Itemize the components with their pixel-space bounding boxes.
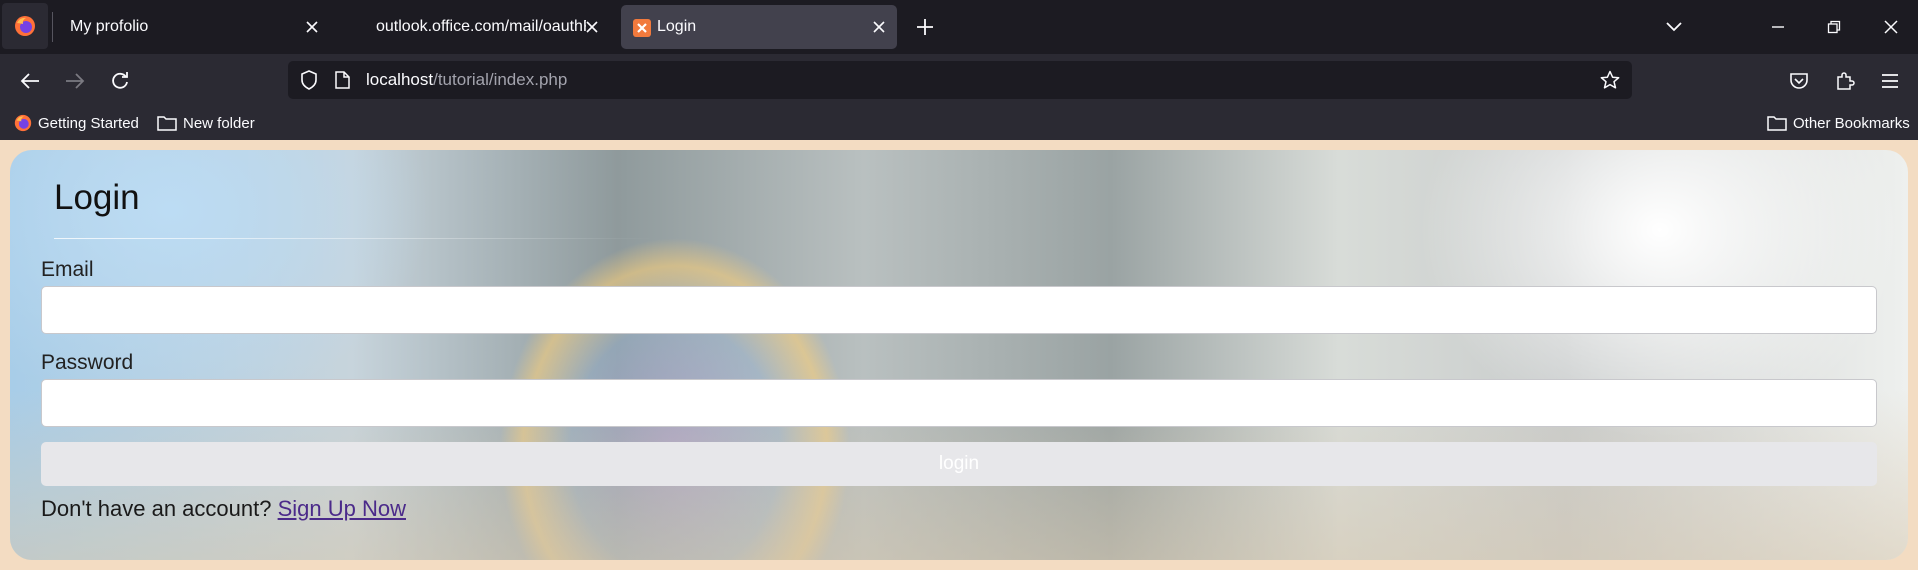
reload-icon bbox=[112, 72, 128, 89]
bookmark-label: New folder bbox=[183, 114, 255, 132]
firefox-icon bbox=[15, 16, 35, 36]
navigation-toolbar: localhost/tutorial/index.php bbox=[0, 54, 1918, 106]
signup-prompt: Don't have an account? Sign Up Now bbox=[41, 496, 406, 522]
tab-label: Login bbox=[657, 18, 697, 35]
forward-button[interactable] bbox=[60, 66, 90, 96]
folder-icon bbox=[157, 116, 177, 131]
login-card: Login Email Password login Don't have an… bbox=[10, 150, 1908, 560]
close-window-button[interactable] bbox=[1876, 12, 1906, 42]
tab-separator bbox=[52, 12, 53, 42]
restore-icon bbox=[1827, 20, 1841, 34]
plus-icon bbox=[917, 19, 933, 35]
close-icon[interactable] bbox=[582, 17, 602, 37]
other-bookmarks-label: Other Bookmarks bbox=[1793, 114, 1910, 132]
firefox-icon bbox=[14, 114, 32, 132]
reload-button[interactable] bbox=[105, 66, 135, 96]
bookmark-label: Getting Started bbox=[38, 114, 139, 132]
firefox-view-button[interactable] bbox=[2, 3, 48, 49]
page-title: Login bbox=[54, 178, 140, 217]
chevron-down-icon bbox=[1666, 22, 1682, 32]
password-label: Password bbox=[41, 351, 134, 374]
other-bookmarks[interactable]: Other Bookmarks bbox=[1767, 106, 1910, 140]
tab-login[interactable]: Login bbox=[621, 5, 897, 49]
star-icon[interactable] bbox=[1600, 70, 1620, 95]
minimize-icon bbox=[1772, 26, 1784, 28]
page-viewport: Login Email Password login Don't have an… bbox=[0, 140, 1918, 570]
address-bar[interactable]: localhost/tutorial/index.php bbox=[288, 61, 1632, 99]
minimize-button[interactable] bbox=[1763, 12, 1793, 42]
close-icon[interactable] bbox=[302, 17, 322, 37]
tab-strip: My profolio outlook.office.com/mail/oaut… bbox=[0, 0, 1918, 54]
bookmarks-toolbar: Getting Started New folder Other Bookmar… bbox=[0, 106, 1918, 140]
close-icon bbox=[1884, 20, 1898, 34]
tab-label: My profolio bbox=[70, 18, 149, 35]
bookmark-new-folder[interactable]: New folder bbox=[157, 106, 255, 140]
pocket-icon bbox=[1790, 73, 1808, 89]
bookmark-getting-started[interactable]: Getting Started bbox=[14, 106, 139, 140]
folder-icon bbox=[1767, 116, 1787, 131]
email-field[interactable] bbox=[41, 286, 1877, 334]
shield-icon[interactable] bbox=[300, 70, 318, 95]
page-icon[interactable] bbox=[335, 71, 350, 94]
back-button[interactable] bbox=[15, 66, 45, 96]
xampp-icon bbox=[633, 19, 651, 37]
tab-my-profolio[interactable]: My profolio bbox=[54, 5, 330, 49]
close-icon[interactable] bbox=[869, 17, 889, 37]
login-button[interactable]: login bbox=[41, 442, 1877, 486]
url-text[interactable]: localhost/tutorial/index.php bbox=[366, 61, 567, 99]
hamburger-menu-icon bbox=[1882, 74, 1898, 88]
email-label: Email bbox=[41, 258, 94, 281]
new-tab-button[interactable] bbox=[912, 14, 938, 40]
pocket-button[interactable] bbox=[1784, 66, 1814, 96]
signup-prompt-text: Don't have an account? bbox=[41, 496, 272, 521]
tab-label: outlook.office.com/mail/oauthRedirect bbox=[376, 18, 586, 35]
url-host: localhost bbox=[366, 70, 434, 89]
arrow-right-icon bbox=[66, 73, 85, 89]
list-all-tabs-button[interactable] bbox=[1659, 12, 1689, 42]
tab-outlook[interactable]: outlook.office.com/mail/oauthRedirect bbox=[360, 5, 610, 49]
url-path: /tutorial/index.php bbox=[433, 70, 568, 89]
restore-button[interactable] bbox=[1819, 12, 1849, 42]
app-menu-button[interactable] bbox=[1875, 66, 1905, 96]
arrow-left-icon bbox=[20, 73, 39, 89]
password-field[interactable] bbox=[41, 379, 1877, 427]
extensions-button[interactable] bbox=[1830, 66, 1860, 96]
sign-up-link[interactable]: Sign Up Now bbox=[278, 496, 406, 521]
title-divider bbox=[54, 238, 654, 239]
puzzle-icon bbox=[1837, 72, 1855, 90]
